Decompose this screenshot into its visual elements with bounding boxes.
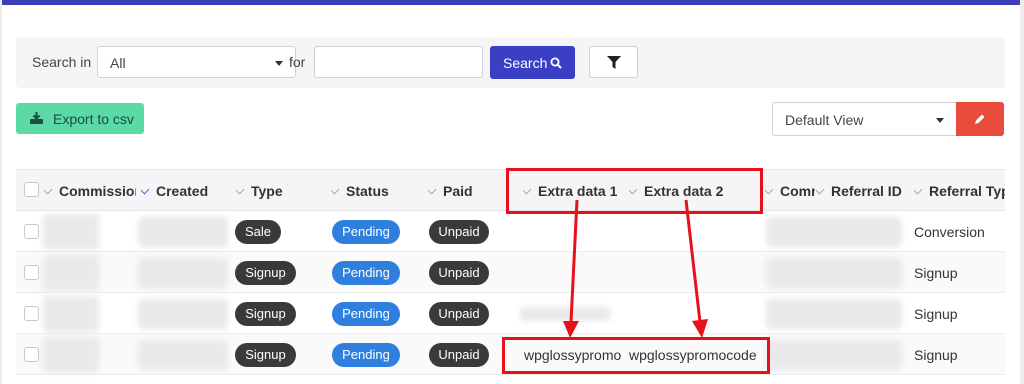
annotation-arrowhead xyxy=(563,321,579,338)
annotation-arrow-line xyxy=(684,199,702,323)
annotation-arrowhead xyxy=(692,319,708,338)
annotation-arrow-line xyxy=(569,199,579,323)
annotation-arrows xyxy=(563,199,708,338)
